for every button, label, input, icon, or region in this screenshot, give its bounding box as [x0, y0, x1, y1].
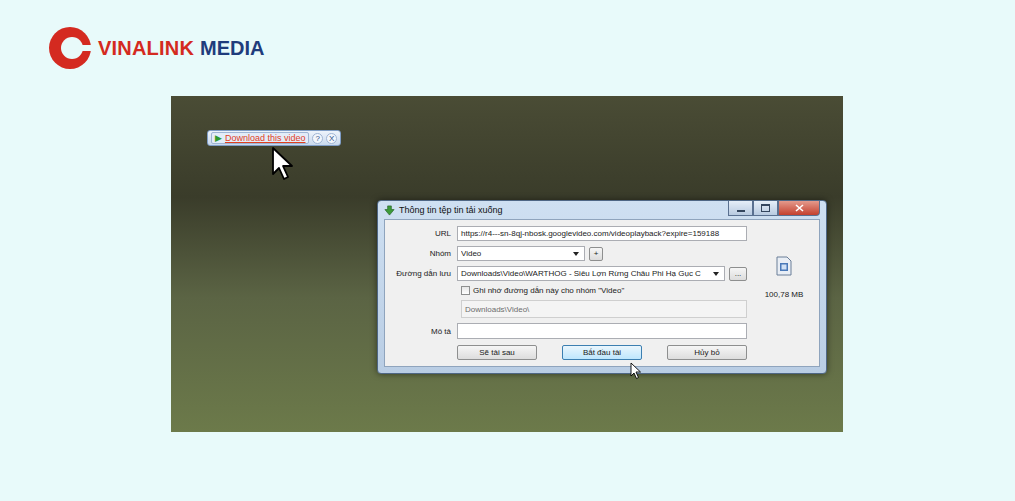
checkbox-icon: [461, 286, 470, 295]
remember-checkbox[interactable]: Ghi nhớ đường dẫn này cho nhóm "Video": [461, 286, 747, 295]
help-button[interactable]: ?: [312, 133, 322, 144]
logo-brand: VINALINK: [98, 37, 194, 60]
url-label: URL: [391, 229, 451, 238]
path-label: Đường dẫn lưu: [391, 269, 451, 278]
path-dropdown[interactable]: Downloads\Video\WARTHOG - Siêu Lợn Rừng …: [457, 266, 725, 281]
dialog-title: Thông tin tệp tin tải xuống: [399, 205, 724, 215]
dialog-button[interactable]: Bắt đầu tải: [562, 345, 642, 360]
page: VINALINK MEDIA ▶Download this video? X Thông…: [0, 0, 1015, 501]
minimize-icon: [737, 210, 745, 212]
file-info: 100,78 MB: [755, 226, 813, 360]
logo-suffix: MEDIA: [200, 37, 264, 60]
download-dialog: Thông tin tệp tin tải xuống URL https://r4…: [377, 200, 827, 374]
logo: VINALINK MEDIA: [48, 26, 1015, 70]
remember-label: Ghi nhớ đường dẫn này cho nhóm "Video": [473, 286, 624, 295]
default-path-field: Downloads\Video\: [461, 300, 747, 318]
group-label: Nhóm: [391, 249, 451, 258]
header: VINALINK MEDIA: [0, 0, 1015, 96]
dialog-button[interactable]: Hủy bỏ: [667, 345, 747, 360]
dialog-body: URL https://r4---sn-8qj-nbosk.googlevideo…: [384, 219, 820, 367]
window-controls: [728, 201, 820, 216]
mouse-cursor-icon: [630, 362, 642, 380]
path-value: Downloads\Video\WARTHOG - Siêu Lợn Rừng …: [461, 269, 709, 278]
download-label: Download this video: [225, 133, 306, 143]
play-icon: ▶: [215, 133, 222, 143]
close-icon: [795, 204, 804, 212]
mouse-cursor-icon: [271, 146, 295, 182]
maximize-button[interactable]: [753, 201, 778, 216]
description-label: Mô tả: [391, 327, 451, 336]
close-toolbar-button[interactable]: X: [326, 133, 337, 144]
file-icon: [776, 256, 792, 276]
download-app-icon: [384, 205, 395, 216]
file-size: 100,78 MB: [765, 290, 804, 299]
group-row: Video +: [457, 246, 747, 261]
button-row: Sẽ tải sau Bắt đầu tải Hủy bỏ: [457, 345, 747, 360]
dropdown-arrow-icon: [573, 252, 579, 256]
description-field[interactable]: [457, 323, 747, 339]
dropdown-arrow-icon: [713, 272, 719, 276]
add-group-button[interactable]: +: [589, 247, 603, 261]
path-row: Downloads\Video\WARTHOG - Siêu Lợn Rừng …: [457, 266, 747, 281]
maximize-icon: [761, 204, 770, 212]
group-value: Video: [461, 249, 569, 258]
download-toolbar: ▶Download this video? X: [207, 130, 341, 146]
minimize-button[interactable]: [728, 201, 753, 216]
title-bar: Thông tin tệp tin tải xuống: [384, 201, 820, 219]
url-field[interactable]: https://r4---sn-8qj-nbosk.googlevideo.co…: [457, 226, 747, 241]
form: URL https://r4---sn-8qj-nbosk.googlevideo…: [391, 226, 747, 360]
screenshot: ▶Download this video? X Thông tin tệp tin …: [171, 96, 843, 432]
dialog-button[interactable]: Sẽ tải sau: [457, 345, 537, 360]
browse-button[interactable]: ...: [729, 267, 747, 281]
close-button[interactable]: [778, 201, 820, 216]
download-button[interactable]: ▶Download this video: [211, 132, 309, 144]
logo-icon: [48, 26, 92, 70]
group-dropdown[interactable]: Video: [457, 246, 585, 261]
